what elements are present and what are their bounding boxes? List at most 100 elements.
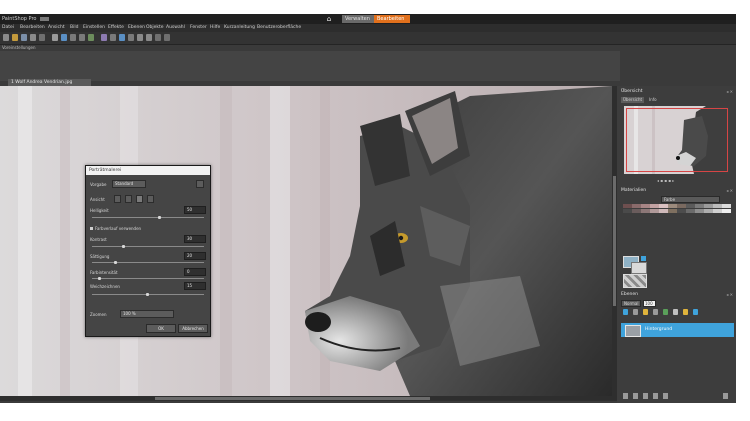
merge-layer-icon[interactable]: [643, 393, 648, 399]
scan-icon[interactable]: [39, 34, 45, 41]
zoom-select[interactable]: 100 %: [120, 310, 174, 318]
slider-knob[interactable]: [146, 293, 149, 296]
slider-knob[interactable]: [98, 277, 101, 280]
field-slider[interactable]: [92, 216, 204, 219]
vector-layer-icon[interactable]: [663, 309, 668, 315]
paste-icon[interactable]: [88, 34, 94, 41]
panel-controls-icon[interactable]: ◂ ✕: [726, 188, 733, 193]
vertical-scroll-thumb[interactable]: [613, 176, 616, 306]
field-slider[interactable]: [92, 277, 204, 280]
menu-image[interactable]: Bild: [70, 25, 78, 30]
overview-zoom-controls[interactable]: ◂ ▪ ▪ ▪ ▸: [657, 178, 674, 183]
duplicate-layer-icon[interactable]: [633, 393, 638, 399]
layer-style-icon[interactable]: [663, 393, 668, 399]
field-value-input[interactable]: 30: [184, 235, 206, 243]
link-icon[interactable]: [673, 309, 678, 315]
field-value-input[interactable]: 50: [184, 206, 206, 214]
field-value-input[interactable]: 0: [184, 268, 206, 276]
menu-ui[interactable]: Benutzeroberfläche: [257, 25, 301, 30]
new-icon[interactable]: [3, 34, 9, 41]
app-title-text: PaintShop Pro: [2, 16, 37, 22]
rotate-icon[interactable]: [110, 34, 116, 41]
ok-button[interactable]: OK: [146, 324, 176, 333]
copy-icon[interactable]: [79, 34, 85, 41]
swatch-row[interactable]: [623, 204, 731, 208]
tab-info[interactable]: Info: [647, 97, 659, 103]
fit-icon[interactable]: [155, 34, 161, 41]
background-color-swatch[interactable]: [631, 262, 647, 274]
zoom-out-icon[interactable]: [146, 34, 152, 41]
menu-selection[interactable]: Auswahl: [166, 25, 185, 30]
new-layer-icon[interactable]: [623, 309, 628, 315]
delete-layer-icon[interactable]: [723, 393, 728, 399]
horizontal-scroll-thumb[interactable]: [155, 397, 430, 400]
zoom-in-icon[interactable]: [137, 34, 143, 41]
lock-icon[interactable]: [683, 309, 688, 315]
document-tab[interactable]: 1 Wolf Andrea Vendrian.jpg: [8, 79, 91, 86]
pattern-swatch[interactable]: [623, 274, 647, 288]
menu-view[interactable]: Ansicht: [48, 25, 65, 30]
mask-icon[interactable]: [643, 309, 648, 315]
save-icon[interactable]: [21, 34, 27, 41]
view-option-4[interactable]: [147, 195, 154, 203]
slider-knob[interactable]: [158, 216, 161, 219]
opacity-input[interactable]: 100: [643, 300, 656, 307]
visibility-icon[interactable]: [693, 309, 698, 315]
slider-knob[interactable]: [122, 245, 125, 248]
cut-icon[interactable]: [70, 34, 76, 41]
menu-edit[interactable]: Bearbeiten: [20, 25, 45, 30]
menu-adjust[interactable]: Einstellen: [83, 25, 105, 30]
field-slider[interactable]: [92, 293, 204, 296]
home-icon[interactable]: ⌂: [325, 15, 333, 23]
color-mode-icon[interactable]: [641, 256, 646, 261]
swatch-row[interactable]: [623, 209, 731, 213]
swatch-dropdown[interactable]: Farbe: [661, 196, 720, 203]
field-slider[interactable]: [92, 261, 204, 264]
layers-panel-title: Ebenen: [621, 292, 638, 297]
tab-overview[interactable]: Übersicht: [621, 97, 645, 103]
fullscreen-icon[interactable]: [164, 34, 170, 41]
preset-menu-button[interactable]: [196, 180, 204, 188]
tab-edit[interactable]: Bearbeiten: [374, 15, 410, 23]
open-icon[interactable]: [12, 34, 18, 41]
right-panel: Übersicht ◂ ✕ Übersicht Info ◂ ▪ ▪ ▪ ▸ M…: [617, 86, 736, 403]
menu-quickguide[interactable]: Kurzanleitung: [224, 25, 255, 30]
crop-icon[interactable]: [101, 34, 107, 41]
tab-manage[interactable]: Verwalten: [342, 15, 378, 23]
overview-thumbnail[interactable]: [624, 106, 729, 174]
zoom-label: Zoomen: [90, 312, 107, 317]
field-value-input[interactable]: 15: [184, 282, 206, 290]
cancel-button[interactable]: Abbrechen: [178, 324, 208, 333]
view-option-2[interactable]: [125, 195, 132, 203]
print-icon[interactable]: [30, 34, 36, 41]
grid-icon[interactable]: [128, 34, 134, 41]
view-option-1[interactable]: [114, 195, 121, 203]
slider-knob[interactable]: [114, 261, 117, 264]
blend-mode-select[interactable]: Normal: [621, 300, 641, 307]
gradient-checkbox[interactable]: Farbverlauf verwenden: [90, 226, 141, 231]
menu-help[interactable]: Hilfe: [210, 25, 220, 30]
new-group-icon[interactable]: [633, 309, 638, 315]
horizontal-scrollbar[interactable]: [0, 396, 617, 401]
panel-controls-icon[interactable]: ◂ ✕: [726, 292, 733, 297]
preset-select[interactable]: Standard: [112, 180, 146, 188]
layer-row[interactable]: Hintergrund: [621, 323, 734, 337]
undo-icon[interactable]: [52, 34, 58, 41]
panel-controls-icon[interactable]: ◂ ✕: [726, 89, 733, 94]
redo-icon[interactable]: [61, 34, 67, 41]
portrait-dialog: Porträtmalerei Vorgabe Standard Ansicht …: [85, 165, 211, 337]
adjust-layer-icon[interactable]: [653, 309, 658, 315]
field-slider[interactable]: [92, 245, 204, 248]
menu-effects[interactable]: Effekte: [108, 25, 124, 30]
overview-viewport[interactable]: [626, 108, 728, 172]
resize-icon[interactable]: [119, 34, 125, 41]
menu-layers[interactable]: Ebenen: [128, 25, 145, 30]
view-option-3[interactable]: [136, 195, 143, 203]
menu-file[interactable]: Datei: [2, 25, 14, 30]
menu-window[interactable]: Fenster: [190, 25, 207, 30]
field-value-input[interactable]: 20: [184, 252, 206, 260]
fx-icon[interactable]: [653, 393, 658, 399]
layer-properties-icon[interactable]: [623, 393, 628, 399]
checkbox-mark[interactable]: [90, 227, 93, 230]
menu-objects[interactable]: Objekte: [146, 25, 164, 30]
